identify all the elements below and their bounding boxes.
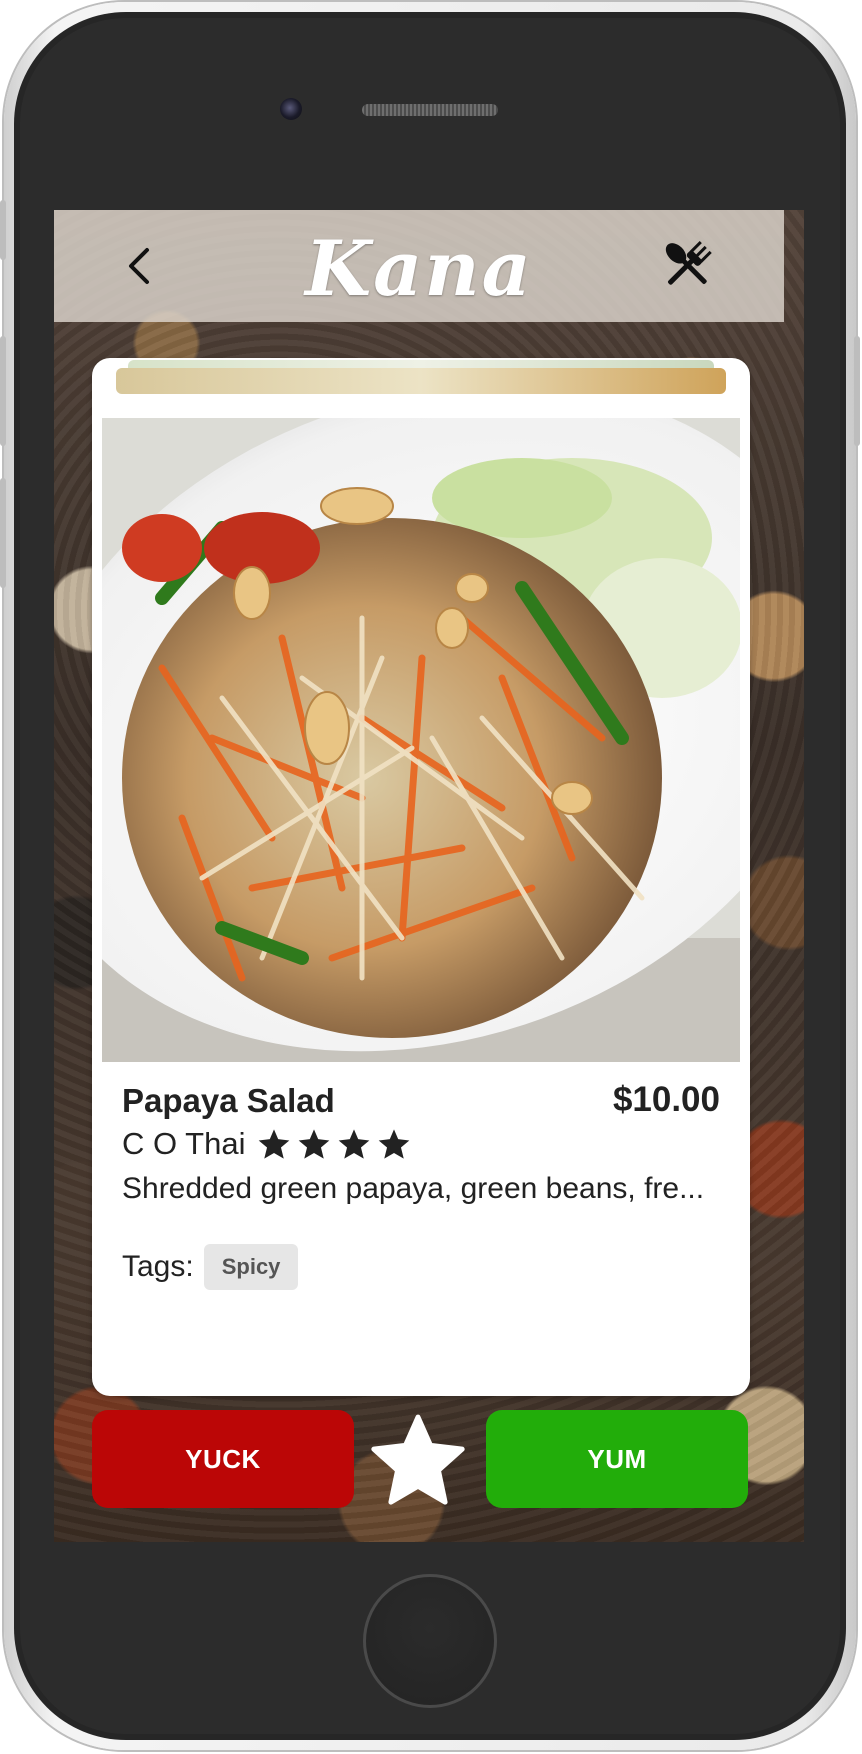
restaurant-name: C O Thai xyxy=(122,1126,246,1161)
fork-spoon-icon xyxy=(665,240,712,285)
papaya-salad-image xyxy=(102,418,740,1062)
tags-row: Tags: Spicy xyxy=(122,1244,299,1290)
menu-button[interactable] xyxy=(654,232,720,298)
star-icon xyxy=(371,1414,465,1505)
star-icon xyxy=(259,1129,290,1159)
dish-price: $10.00 xyxy=(612,1080,720,1119)
tags-label: Tags: xyxy=(122,1250,194,1283)
star-icon xyxy=(379,1129,410,1159)
volume-up-button xyxy=(0,336,6,446)
volume-down-button xyxy=(0,478,6,588)
star-icon xyxy=(299,1129,330,1159)
power-button xyxy=(854,336,860,446)
dish-description: Shredded green papaya, green beans, fre.… xyxy=(122,1172,705,1205)
next-card-photo-edge-2 xyxy=(116,368,726,394)
dish-name: Papaya Salad xyxy=(122,1082,335,1119)
earpiece-speaker xyxy=(362,104,498,116)
dish-card[interactable]: Papaya Salad $10.00 C O Thai Shredded gr… xyxy=(92,358,750,1396)
silent-switch xyxy=(0,200,6,260)
star-icon xyxy=(339,1129,370,1159)
tag-chip[interactable]: Spicy xyxy=(203,1244,299,1290)
rating-stars xyxy=(257,1128,411,1160)
yuck-button[interactable]: YUCK xyxy=(92,1410,354,1508)
app-header: Kana xyxy=(54,210,784,322)
app-screen: Kana Papaya Salad $10.00 C O Thai Shredd… xyxy=(54,210,804,1542)
home-button[interactable] xyxy=(363,1574,497,1708)
front-camera xyxy=(280,98,302,120)
yum-button[interactable]: YUM xyxy=(486,1410,748,1508)
favorite-button[interactable] xyxy=(368,1412,468,1508)
restaurant-row: C O Thai xyxy=(122,1126,411,1162)
dish-photo xyxy=(102,418,740,1062)
